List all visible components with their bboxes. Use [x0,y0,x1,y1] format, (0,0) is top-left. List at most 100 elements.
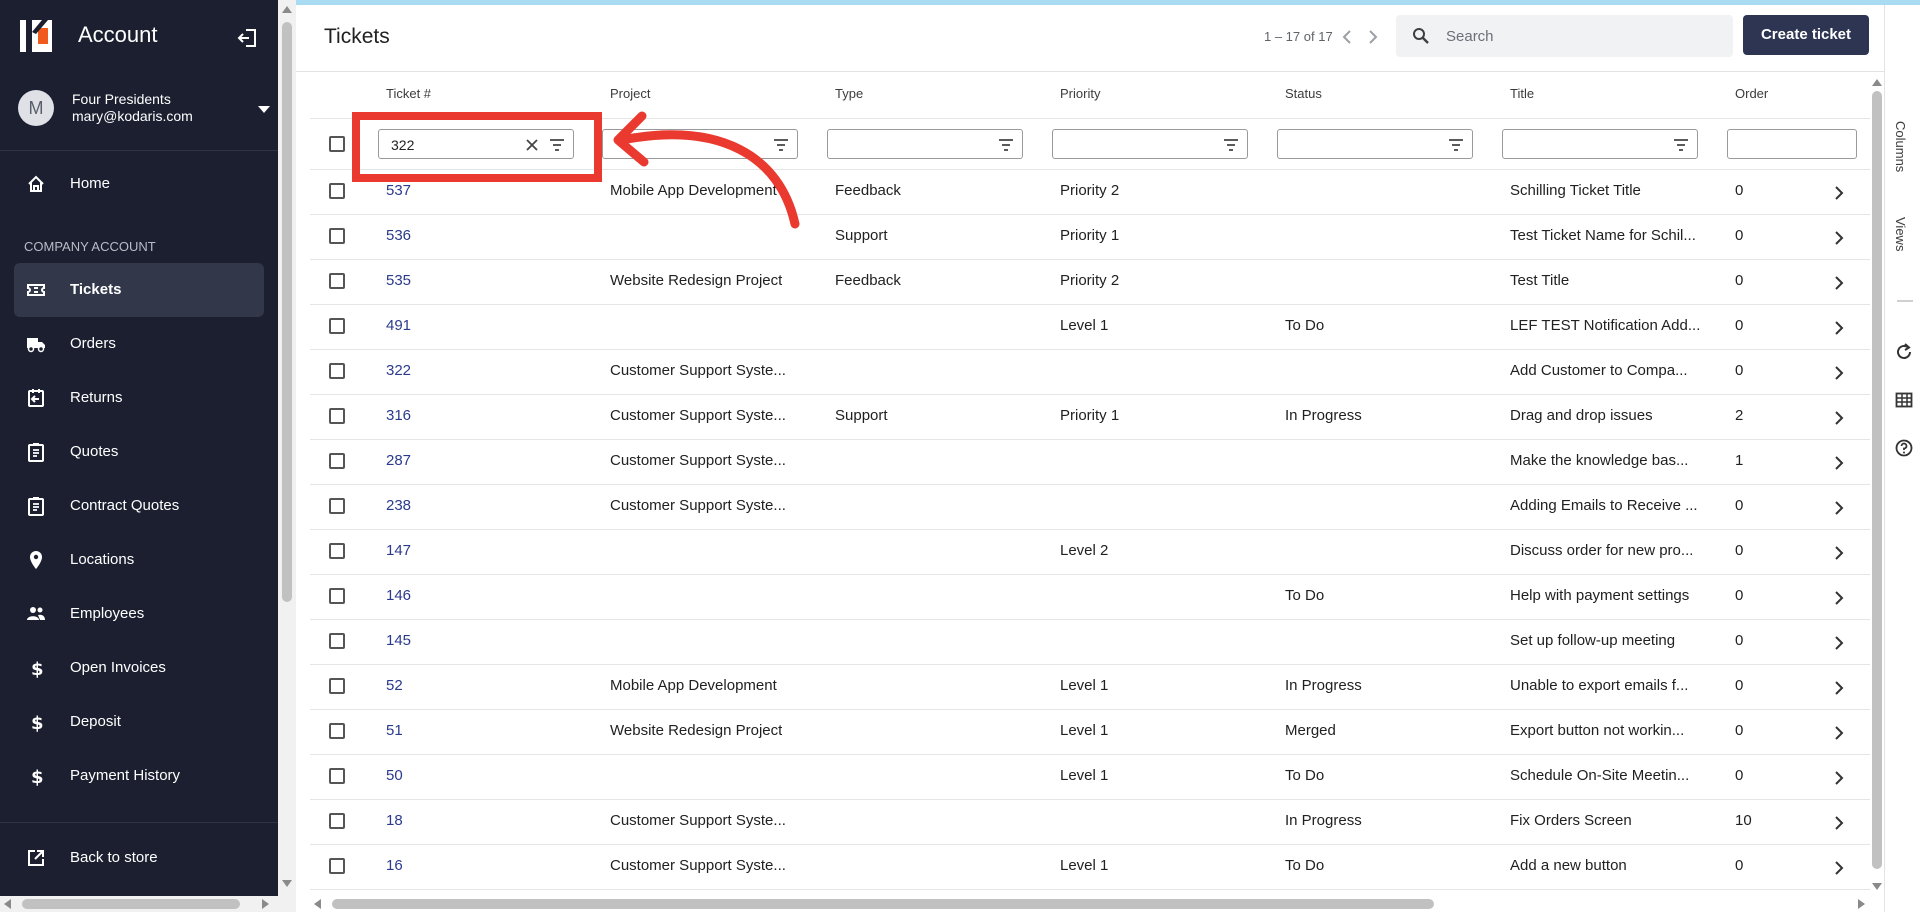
cell-ticket-number[interactable]: 536 [386,227,411,244]
filter-icon[interactable] [1223,138,1239,152]
column-header-order[interactable]: Order [1735,86,1768,101]
cell-ticket-number[interactable]: 146 [386,587,411,604]
cell-ticket-number[interactable]: 16 [386,857,403,874]
chevron-right-icon[interactable] [1834,636,1844,650]
filter-order[interactable] [1727,129,1857,159]
table-row[interactable]: 536 Support Priority 1 Test Ticket Name for… [310,215,1870,260]
sidebar-item-deposit[interactable]: $ Deposit [14,695,264,749]
chevron-right-icon[interactable] [1834,276,1844,290]
row-checkbox[interactable] [329,723,345,739]
kodaris-logo[interactable] [18,18,54,54]
row-checkbox[interactable] [329,228,345,244]
scroll-down-arrow[interactable] [1872,883,1882,890]
chevron-right-icon[interactable] [1834,321,1844,335]
grid-table-icon[interactable] [1895,391,1913,409]
user-menu[interactable]: M Four Presidents mary@kodaris.com [0,80,278,140]
chevron-left-icon[interactable] [1338,27,1356,47]
scroll-up-arrow[interactable] [1872,79,1882,86]
table-row[interactable]: 322 Customer Support Syste... Add Customer… [310,350,1870,395]
table-row[interactable]: 535 Website Redesign Project Feedback Prior… [310,260,1870,305]
sidebar-item-orders[interactable]: Orders [14,317,264,371]
chevron-right-icon[interactable] [1364,27,1382,47]
row-checkbox[interactable] [329,498,345,514]
sidebar-item-tickets[interactable]: Tickets [14,263,264,317]
cell-ticket-number[interactable]: 491 [386,317,411,334]
table-row[interactable]: 51 Website Redesign Project Level 1 Merged E… [310,710,1870,755]
table-row[interactable]: 145 Set up follow-up meeting 0 [310,620,1870,665]
chevron-right-icon[interactable] [1834,726,1844,740]
row-checkbox[interactable] [329,273,345,289]
column-header-ticket[interactable]: Ticket # [386,86,431,101]
table-row[interactable]: 238 Customer Support Syste... Adding Email… [310,485,1870,530]
cell-ticket-number[interactable]: 535 [386,272,411,289]
filter-type[interactable] [827,129,1023,159]
chevron-right-icon[interactable] [1834,366,1844,380]
row-checkbox[interactable] [329,183,345,199]
row-checkbox[interactable] [329,678,345,694]
scroll-right-arrow[interactable] [1858,899,1865,909]
filter-title[interactable] [1502,129,1698,159]
row-checkbox[interactable] [329,858,345,874]
chevron-right-icon[interactable] [1834,456,1844,470]
grid-hscroll-thumb[interactable] [332,899,1434,909]
create-ticket-button[interactable]: Create ticket [1743,15,1869,55]
cell-ticket-number[interactable]: 238 [386,497,411,514]
row-checkbox[interactable] [329,318,345,334]
scroll-down-arrow[interactable] [282,880,292,887]
cell-ticket-number[interactable]: 50 [386,767,403,784]
logout-icon[interactable] [236,27,258,49]
refresh-icon[interactable] [1895,343,1913,361]
search-box[interactable] [1396,15,1733,57]
cell-ticket-number[interactable]: 287 [386,452,411,469]
help-icon[interactable] [1895,439,1913,457]
scroll-up-arrow[interactable] [282,6,292,13]
chevron-right-icon[interactable] [1834,861,1844,875]
chevron-right-icon[interactable] [1834,411,1844,425]
row-checkbox[interactable] [329,543,345,559]
sidebar-item-open-invoices[interactable]: $ Open Invoices [14,641,264,695]
cell-ticket-number[interactable]: 316 [386,407,411,424]
scroll-right-arrow[interactable] [262,899,269,909]
table-row[interactable]: 16 Customer Support Syste... Level 1 To Do A… [310,845,1870,890]
row-checkbox[interactable] [329,588,345,604]
search-input[interactable] [1446,15,1716,57]
columns-tab[interactable]: Columns [1893,121,1908,172]
row-checkbox[interactable] [329,408,345,424]
chevron-right-icon[interactable] [1834,591,1844,605]
cell-ticket-number[interactable]: 147 [386,542,411,559]
grid-horizontal-scrollbar[interactable] [310,896,1870,912]
grid-vscroll-thumb[interactable] [1872,91,1882,869]
cell-ticket-number[interactable]: 537 [386,182,411,199]
grid-vertical-scrollbar[interactable] [1870,77,1884,897]
chevron-right-icon[interactable] [1834,501,1844,515]
sidebar-item-home[interactable]: Home [14,157,264,211]
back-to-store-link[interactable]: Back to store [14,831,264,885]
row-checkbox[interactable] [329,813,345,829]
table-row[interactable]: 491 Level 1 To Do LEF TEST Notification Add… [310,305,1870,350]
sidebar-scroll-thumb[interactable] [282,22,292,602]
cell-ticket-number[interactable]: 145 [386,632,411,649]
sidebar-item-locations[interactable]: Locations [14,533,264,587]
filter-icon[interactable] [1448,138,1464,152]
chevron-right-icon[interactable] [1834,546,1844,560]
chevron-right-icon[interactable] [1834,186,1844,200]
sidebar-hscroll-thumb[interactable] [22,899,240,909]
sidebar-item-quotes[interactable]: Quotes [14,425,264,479]
sidebar-item-employees[interactable]: Employees [14,587,264,641]
table-row[interactable]: 316 Customer Support Syste... Support Prior… [310,395,1870,440]
row-checkbox[interactable] [329,768,345,784]
sidebar-item-payment-history[interactable]: $ Payment History [14,749,264,803]
cell-ticket-number[interactable]: 322 [386,362,411,379]
sidebar-horizontal-scrollbar[interactable] [0,896,296,912]
cell-ticket-number[interactable]: 18 [386,812,403,829]
cell-ticket-number[interactable]: 52 [386,677,403,694]
filter-status[interactable] [1277,129,1473,159]
chevron-right-icon[interactable] [1834,231,1844,245]
filter-priority[interactable] [1052,129,1248,159]
chevron-right-icon[interactable] [1834,681,1844,695]
scroll-left-arrow[interactable] [4,899,11,909]
table-row[interactable]: 50 Level 1 To Do Schedule On-Site Meetin...… [310,755,1870,800]
table-row[interactable]: 18 Customer Support Syste... In Progress Fi… [310,800,1870,845]
views-tab[interactable]: Views [1893,217,1908,251]
scroll-left-arrow[interactable] [314,899,321,909]
